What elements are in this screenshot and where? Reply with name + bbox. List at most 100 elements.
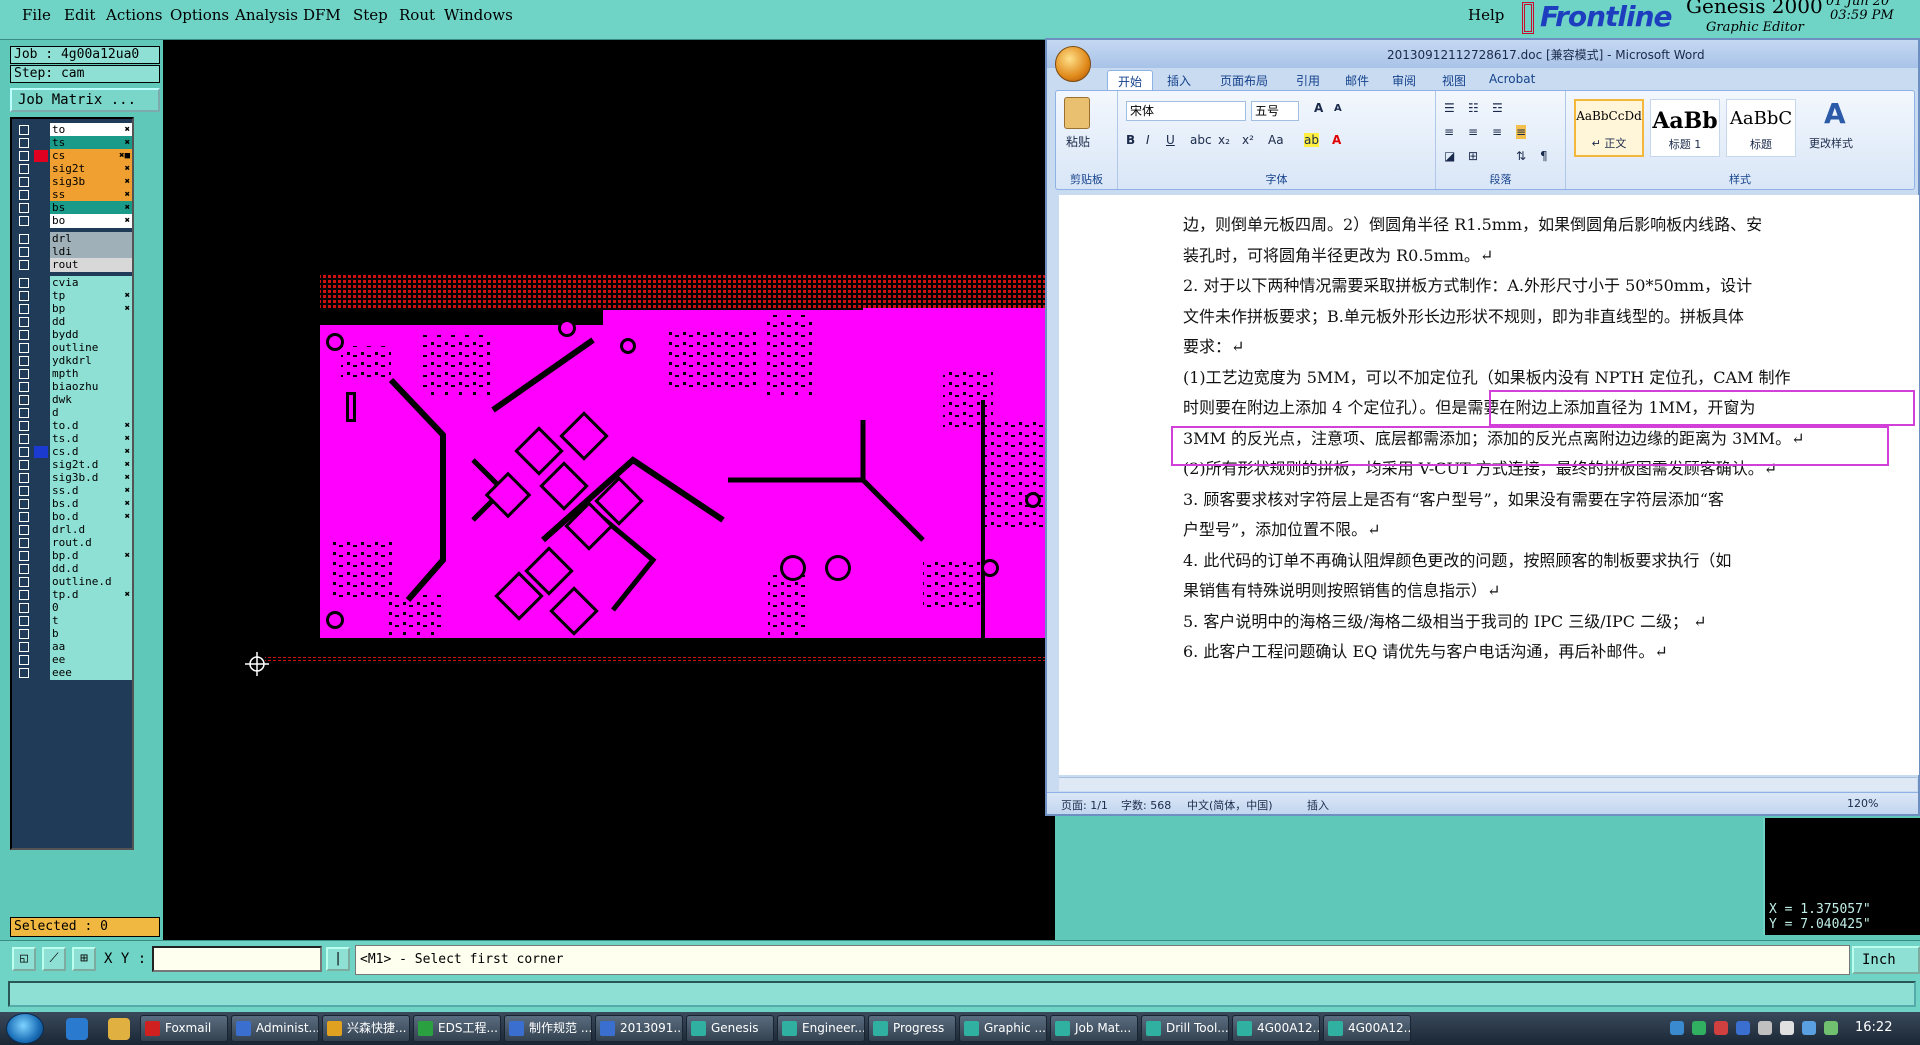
align-right-icon[interactable]: ≡: [1492, 125, 1502, 139]
layer-row[interactable]: to ✖: [12, 123, 132, 137]
taskbar-item[interactable]: 制作规范 ...: [504, 1015, 592, 1042]
menu-analysis[interactable]: Analysis: [235, 6, 298, 24]
layer-row[interactable]: bo.d ✖: [12, 510, 132, 524]
grow-font-icon[interactable]: A: [1314, 101, 1323, 115]
layer-checkbox[interactable]: [19, 138, 29, 148]
font-name-select[interactable]: 宋体: [1126, 101, 1246, 121]
tab-review[interactable]: 审阅: [1392, 72, 1416, 89]
layer-checkbox[interactable]: [19, 177, 29, 187]
tab-view[interactable]: 视图: [1442, 72, 1466, 89]
layer-name[interactable]: ydkdrl: [50, 354, 132, 368]
layer-name[interactable]: tp ✖: [50, 289, 132, 303]
taskbar-item[interactable]: Engineer...: [777, 1015, 865, 1042]
menu-edit[interactable]: Edit: [64, 6, 95, 24]
layer-row[interactable]: ldi: [12, 245, 132, 259]
paste-label[interactable]: 粘贴: [1066, 133, 1090, 150]
layer-checkbox[interactable]: [19, 304, 29, 314]
layer-row[interactable]: tp ✖: [12, 289, 132, 303]
taskbar-item[interactable]: 4G00A12...: [1323, 1015, 1411, 1042]
tab-references[interactable]: 引用: [1296, 72, 1320, 89]
zoom-area-icon[interactable]: ◱: [12, 947, 36, 971]
taskbar-item[interactable]: Graphic ...: [959, 1015, 1047, 1042]
layer-name[interactable]: drl.d: [50, 523, 132, 537]
layer-name[interactable]: d: [50, 406, 132, 420]
layer-name[interactable]: cs ✖■: [50, 149, 132, 163]
explorer-icon[interactable]: [108, 1018, 130, 1040]
browser-icon[interactable]: [66, 1018, 88, 1040]
subscript-button[interactable]: x₂: [1218, 133, 1230, 147]
menu-actions[interactable]: Actions: [106, 6, 162, 24]
units-button[interactable]: Inch: [1852, 946, 1920, 974]
layer-row[interactable]: ee: [12, 653, 132, 667]
tab-insert[interactable]: 插入: [1167, 72, 1191, 89]
clock[interactable]: 16:22: [1855, 1020, 1892, 1035]
layer-checkbox[interactable]: [19, 190, 29, 200]
layer-checkbox[interactable]: [19, 203, 29, 213]
layer-row[interactable]: mpth: [12, 367, 132, 381]
layer-name[interactable]: ss ✖: [50, 188, 132, 202]
layer-row[interactable]: outline.d: [12, 575, 132, 589]
shrink-font-icon[interactable]: A: [1334, 103, 1342, 114]
layer-checkbox[interactable]: [19, 151, 29, 161]
input-mode-icon[interactable]: |: [326, 947, 350, 971]
layer-row[interactable]: sig2t.d ✖: [12, 458, 132, 472]
layer-checkbox[interactable]: [19, 603, 29, 613]
change-case-button[interactable]: Aa: [1268, 133, 1284, 147]
layer-name[interactable]: sig2t ✖: [50, 162, 132, 176]
layer-checkbox[interactable]: [19, 234, 29, 244]
layer-name[interactable]: rout: [50, 258, 132, 272]
layer-name[interactable]: to.d ✖: [50, 419, 132, 433]
bullets-icon[interactable]: ☰: [1444, 101, 1455, 115]
layer-row[interactable]: cs.d ✖: [12, 445, 132, 459]
layer-name[interactable]: outline.d: [50, 575, 132, 589]
taskbar-item[interactable]: Drill Tool...: [1141, 1015, 1229, 1042]
layer-row[interactable]: ss ✖: [12, 188, 132, 202]
style-title[interactable]: AaBbC 标题: [1726, 99, 1796, 157]
taskbar-item[interactable]: Administ...: [231, 1015, 319, 1042]
strikethrough-button[interactable]: abc: [1190, 133, 1212, 147]
tray-icon[interactable]: [1824, 1021, 1838, 1035]
layer-name[interactable]: to ✖: [50, 123, 132, 137]
layer-name[interactable]: bs.d ✖: [50, 497, 132, 511]
horizontal-scrollbar[interactable]: [1059, 777, 1917, 791]
word-count[interactable]: 字数: 568: [1121, 797, 1171, 813]
taskbar-item[interactable]: Job Mat...: [1050, 1015, 1138, 1042]
align-left-icon[interactable]: ≡: [1444, 125, 1454, 139]
layer-name[interactable]: mpth: [50, 367, 132, 381]
layer-row[interactable]: ts.d ✖: [12, 432, 132, 446]
layer-name[interactable]: bydd: [50, 328, 132, 342]
layer-row[interactable]: ts ✖: [12, 136, 132, 150]
taskbar-item[interactable]: Progress: [868, 1015, 956, 1042]
layer-name[interactable]: tp.d ✖: [50, 588, 132, 602]
layer-row[interactable]: sig2t ✖: [12, 162, 132, 176]
underline-button[interactable]: U: [1166, 133, 1175, 147]
layer-name[interactable]: ee: [50, 653, 132, 667]
volume-icon[interactable]: [1780, 1021, 1794, 1035]
show-marks-icon[interactable]: ¶: [1540, 149, 1548, 163]
layer-checkbox[interactable]: [19, 216, 29, 226]
layer-checkbox[interactable]: [19, 247, 29, 257]
tab-acrobat[interactable]: Acrobat: [1489, 72, 1535, 86]
layer-checkbox[interactable]: [19, 629, 29, 639]
layer-row[interactable]: rout.d: [12, 536, 132, 550]
layer-row[interactable]: aa: [12, 640, 132, 654]
style-normal[interactable]: AaBbCcDd ↵ 正文: [1574, 99, 1644, 157]
layer-row[interactable]: 0: [12, 601, 132, 615]
layer-checkbox[interactable]: [19, 330, 29, 340]
tray-icon[interactable]: [1736, 1021, 1750, 1035]
layer-name[interactable]: ss.d ✖: [50, 484, 132, 498]
layer-checkbox[interactable]: [19, 642, 29, 652]
layer-name[interactable]: cs.d ✖: [50, 445, 132, 459]
layer-row[interactable]: dd: [12, 315, 132, 329]
document-page[interactable]: 边，则倒单元板四周。2）倒圆角半径 R1.5mm，如果倒圆角后影响板内线路、安装…: [1059, 195, 1919, 775]
layer-name[interactable]: dwk: [50, 393, 132, 407]
language-indicator[interactable]: 中文(简体，中国): [1187, 797, 1273, 813]
layer-checkbox[interactable]: [19, 668, 29, 678]
layer-name[interactable]: aa: [50, 640, 132, 654]
layer-name[interactable]: b: [50, 627, 132, 641]
measure-icon[interactable]: ⟋: [42, 947, 66, 971]
job-matrix-button[interactable]: Job Matrix ...: [10, 88, 160, 112]
taskbar-item[interactable]: Foxmail: [140, 1015, 228, 1042]
layer-checkbox[interactable]: [19, 499, 29, 509]
layer-checkbox[interactable]: [19, 395, 29, 405]
